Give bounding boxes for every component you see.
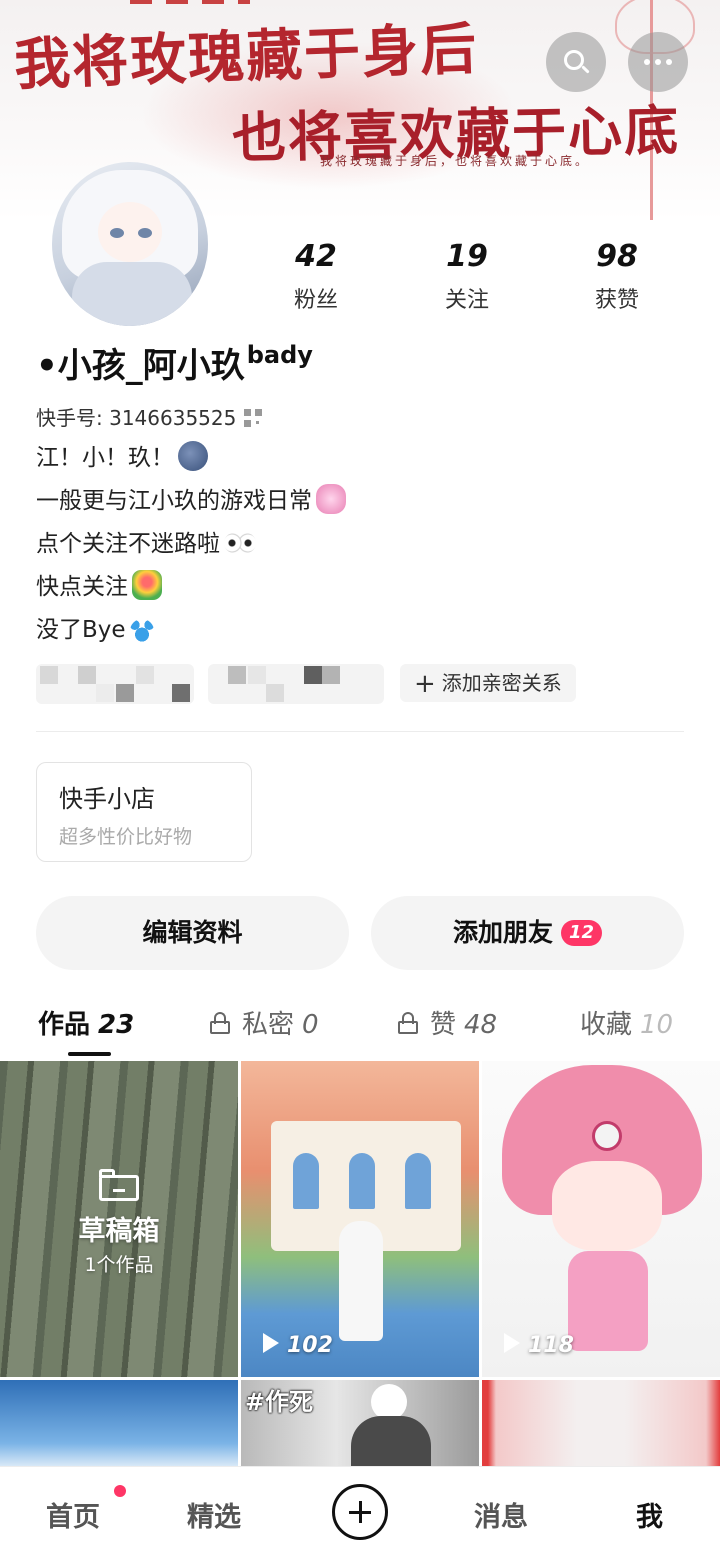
play-count: 102 <box>263 1333 333 1358</box>
kuaishou-id[interactable]: 快手号: 3146635525 <box>36 402 263 431</box>
add-friends-label: 添加朋友 <box>452 918 553 947</box>
bio-line: 一般更与江小玖的游戏日常 <box>36 483 346 526</box>
stat-following-value: 19 <box>446 239 488 274</box>
blurred-tag-school[interactable] <box>208 664 384 704</box>
tab-favorites-count: 10 <box>640 1010 674 1040</box>
active-tab-indicator <box>68 1052 111 1056</box>
stat-following[interactable]: 19 关注 <box>407 238 527 314</box>
moon-face-icon <box>178 441 208 471</box>
drafts-tile[interactable]: 草稿箱 1个作品 <box>0 1061 238 1377</box>
nav-me[interactable]: 我 <box>636 1495 663 1534</box>
video-hashtag: #作死 <box>245 1388 314 1416</box>
video-tile[interactable]: #作死 <box>241 1380 479 1470</box>
stat-fans-value: 42 <box>295 239 337 274</box>
shop-subtitle: 超多性价比好物 <box>59 826 193 848</box>
add-friends-button[interactable]: 添加朋友 12 <box>371 896 684 970</box>
banner-subline: 我将玫瑰藏于身后，也将喜欢藏于心底。 <box>320 154 591 168</box>
tab-liked[interactable]: 赞 48 <box>398 1004 497 1041</box>
folder-icon <box>99 1169 139 1201</box>
play-count: 118 <box>504 1333 574 1358</box>
bio-line: 没了Bye <box>36 612 346 655</box>
banner-decoration <box>130 0 250 4</box>
kuaishou-id-text: 快手号: 3146635525 <box>36 406 237 430</box>
drafts-count: 1个作品 <box>84 1254 154 1276</box>
bottom-nav: 首页 精选 消息 我 <box>0 1466 720 1557</box>
play-count-value: 118 <box>528 1333 574 1358</box>
play-icon <box>504 1333 520 1353</box>
bio-line-2: 一般更与江小玖的游戏日常 <box>36 488 312 514</box>
video-tile[interactable] <box>0 1380 238 1470</box>
tab-private-count: 0 <box>302 1010 319 1040</box>
video-tile[interactable]: 118 <box>482 1061 720 1377</box>
nav-home[interactable]: 首页 <box>46 1495 100 1534</box>
profile-name-text: •小孩_阿小玖 <box>36 346 245 386</box>
stat-following-label: 关注 <box>444 288 489 313</box>
profile-name-suffix: bady <box>246 341 313 369</box>
search-icon <box>563 49 590 75</box>
stat-fans-label: 粉丝 <box>293 288 338 313</box>
drafts-overlay: 草稿箱 1个作品 <box>0 1169 238 1277</box>
play-count-value: 102 <box>287 1333 333 1358</box>
bio-line: 快点关注 <box>36 569 346 612</box>
avatar[interactable] <box>52 162 208 326</box>
divider <box>36 731 684 732</box>
paw-prints-icon <box>129 619 154 643</box>
shop-title: 快手小店 <box>59 785 155 813</box>
tab-works-label: 作品 <box>38 1010 91 1040</box>
tab-works[interactable]: 作品 23 <box>38 1004 134 1041</box>
nav-messages[interactable]: 消息 <box>474 1495 528 1534</box>
stat-likes[interactable]: 98 获赞 <box>557 238 677 314</box>
tab-favorites-label: 收藏 <box>580 1010 633 1040</box>
bio-line-4: 快点关注 <box>36 574 128 600</box>
lock-icon <box>398 1012 418 1034</box>
lock-icon <box>210 1012 230 1034</box>
nav-featured[interactable]: 精选 <box>187 1495 241 1534</box>
notification-dot <box>114 1485 126 1497</box>
tab-liked-count: 48 <box>464 1010 498 1040</box>
edit-profile-button[interactable]: 编辑资料 <box>36 896 349 970</box>
kuaishou-shop-card[interactable]: 快手小店 超多性价比好物 <box>36 762 252 862</box>
bio-line: 点个关注不迷路啦 <box>36 526 346 569</box>
bio-line-5: 没了Bye <box>36 617 126 643</box>
tab-liked-label: 赞 <box>430 1010 457 1040</box>
stat-fans[interactable]: 42 粉丝 <box>256 238 376 314</box>
more-icon <box>644 59 672 65</box>
create-button[interactable] <box>332 1484 388 1540</box>
bouquet-icon <box>132 570 162 600</box>
plus-icon: + <box>414 669 436 699</box>
tab-private[interactable]: 私密 0 <box>210 1004 319 1041</box>
add-relationship-button[interactable]: + 添加亲密关系 <box>400 664 576 702</box>
bio-line: 江！小！玖！ <box>36 440 346 483</box>
blurred-tag-location[interactable] <box>36 664 194 704</box>
tab-private-label: 私密 <box>242 1010 295 1040</box>
tab-favorites[interactable]: 收藏 10 <box>580 1004 673 1041</box>
add-friends-badge: 12 <box>560 920 603 946</box>
stat-likes-label: 获赞 <box>594 288 639 313</box>
bio-line-1: 江！小！玖！ <box>36 445 174 471</box>
play-icon <box>263 1333 279 1353</box>
edit-profile-label: 编辑资料 <box>142 918 243 947</box>
search-button[interactable] <box>546 32 606 92</box>
more-button[interactable] <box>628 32 688 92</box>
eyes-icon <box>224 533 256 553</box>
add-relationship-label: 添加亲密关系 <box>441 671 562 695</box>
bio-line-3: 点个关注不迷路啦 <box>36 531 220 557</box>
profile-name: •小孩_阿小玖bady <box>36 338 313 387</box>
drafts-title: 草稿箱 <box>78 1216 160 1247</box>
unicorn-icon <box>316 484 346 514</box>
stat-likes-value: 98 <box>596 239 638 274</box>
banner-line-1: 我将玫瑰藏于身后 <box>13 15 480 99</box>
qr-code-icon[interactable] <box>244 409 263 427</box>
video-tile[interactable]: 102 <box>241 1061 479 1377</box>
tab-works-count: 23 <box>98 1010 135 1040</box>
profile-bio: 江！小！玖！ 一般更与江小玖的游戏日常 点个关注不迷路啦 快点关注 没了Bye <box>36 440 346 655</box>
video-tile[interactable] <box>482 1380 720 1470</box>
